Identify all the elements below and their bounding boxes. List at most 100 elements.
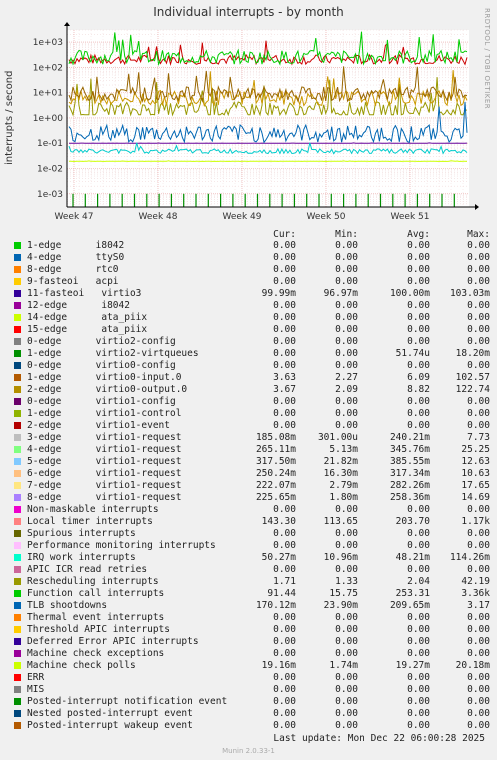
- legend-cur: 0.00: [273, 336, 296, 347]
- legend-min: 0.00: [335, 636, 358, 647]
- legend-label: 0-edge virtio0-config: [27, 360, 176, 371]
- legend-min: 2.79m: [329, 480, 358, 491]
- legend-swatch: [14, 626, 21, 633]
- legend-row: 14-edge ata_piix 0.00 0.00 0.00 0.00: [0, 312, 497, 324]
- legend-min: 0.00: [335, 720, 358, 731]
- legend-label: 1-edge virtio0-input.0: [27, 372, 182, 383]
- legend-row: Nested posted-interrupt event 0.00 0.00 0.0…: [0, 708, 497, 720]
- legend-swatch: [14, 590, 21, 597]
- y-tick-label: 1e+03: [33, 38, 63, 48]
- legend-row: 8-edge virtio1-request 225.65m 1.80m 258.36…: [0, 492, 497, 504]
- legend-row: APIC ICR read retries 0.00 0.00 0.00 0.00: [0, 564, 497, 576]
- legend-max: 122.74: [455, 384, 490, 395]
- legend-min: 0.00: [335, 360, 358, 371]
- legend-max: 0.00: [467, 708, 490, 719]
- legend-min: 0.00: [335, 312, 358, 323]
- legend-row: 2-edge virtio1-event 0.00 0.00 0.00 0.00: [0, 420, 497, 432]
- legend-row: 0-edge virtio2-config 0.00 0.00 0.00 0.00: [0, 336, 497, 348]
- x-tick-label: Week 51: [391, 212, 430, 222]
- legend-cur: 0.00: [273, 696, 296, 707]
- legend-cur: 0.00: [273, 528, 296, 539]
- legend-row: 4-edge virtio1-request 265.11m 5.13m 345.76…: [0, 444, 497, 456]
- legend-swatch: [14, 446, 21, 453]
- legend-swatch: [14, 506, 21, 513]
- legend-max: 0.00: [467, 564, 490, 575]
- legend-min: 0.00: [335, 672, 358, 683]
- legend-row: Thermal event interrupts 0.00 0.00 0.00 0.00: [0, 612, 497, 624]
- legend-label: 3-edge virtio1-request: [27, 432, 182, 443]
- legend-label: MIS: [27, 684, 45, 695]
- legend-cur: 250.24m: [255, 468, 296, 479]
- legend-min: 0.00: [335, 264, 358, 275]
- legend-swatch: [14, 314, 21, 321]
- legend-cur: 0.00: [273, 648, 296, 659]
- legend-row: Rescheduling interrupts 1.71 1.33 2.04 42.19: [0, 576, 497, 588]
- legend-min: 10.96m: [323, 552, 358, 563]
- legend-row: 15-edge ata_piix 0.00 0.00 0.00 0.00: [0, 324, 497, 336]
- legend-cur: 0.00: [273, 504, 296, 515]
- legend-swatch: [14, 542, 21, 549]
- legend-swatch: [14, 530, 21, 537]
- legend-max: 103.03m: [449, 288, 490, 299]
- legend-label: Spurious interrupts: [27, 528, 136, 539]
- legend-row: Threshold APIC interrupts 0.00 0.00 0.00 0.0…: [0, 624, 497, 636]
- x-tick-label: Week 50: [307, 212, 346, 222]
- legend-label: 5-edge virtio1-request: [27, 456, 182, 467]
- legend-max: 1.17k: [461, 516, 490, 527]
- legend-row: ERR 0.00 0.00 0.00 0.00: [0, 672, 497, 684]
- y-tick-label: 1e-01: [37, 139, 63, 149]
- legend-max: 114.26m: [449, 552, 490, 563]
- legend-row: 8-edge rtc0 0.00 0.00 0.00 0.00: [0, 264, 497, 276]
- legend-swatch: [14, 638, 21, 645]
- legend-label: 2-edge virtio0-output.0: [27, 384, 188, 395]
- legend-min: 0.00: [335, 612, 358, 623]
- legend-label: 14-edge ata_piix: [27, 312, 148, 323]
- legend-cur: 225.65m: [255, 492, 296, 503]
- legend-min: 0.00: [335, 300, 358, 311]
- legend-min: 0.00: [335, 348, 358, 359]
- legend-max: 3.36k: [461, 588, 490, 599]
- legend-label: APIC ICR read retries: [27, 564, 148, 575]
- legend-label: 11-fasteoi virtio3: [27, 288, 142, 299]
- legend-max: 0.00: [467, 252, 490, 263]
- col-header-avg: Avg:: [407, 229, 430, 240]
- col-header-cur: Cur:: [273, 229, 296, 240]
- x-tick-label: Week 48: [139, 212, 178, 222]
- legend-min: 0.00: [335, 420, 358, 431]
- legend-cur: 99.99m: [261, 288, 296, 299]
- legend-label: 0-edge virtio2-config: [27, 336, 176, 347]
- legend-label: 8-edge rtc0: [27, 264, 119, 275]
- legend-row: 2-edge virtio0-output.0 3.67 2.09 8.82 122.7…: [0, 384, 497, 396]
- legend-cur: 0.00: [273, 348, 296, 359]
- munin-version: Munin 2.0.33-1: [222, 747, 275, 755]
- legend-label: Performance monitoring interrupts: [27, 540, 216, 551]
- legend-max: 0.00: [467, 684, 490, 695]
- legend-max: 0.00: [467, 672, 490, 683]
- legend-max: 0.00: [467, 420, 490, 431]
- legend-swatch: [14, 254, 21, 261]
- legend-label: 0-edge virtio1-config: [27, 396, 176, 407]
- legend-label: Machine check polls: [27, 660, 136, 671]
- legend-cur: 0.00: [273, 624, 296, 635]
- legend-swatch: [14, 434, 21, 441]
- legend-swatch: [14, 710, 21, 717]
- legend-cur: 0.00: [273, 564, 296, 575]
- legend-cur: 222.07m: [255, 480, 296, 491]
- y-tick-label: 1e-02: [37, 164, 63, 174]
- legend-max: 0.00: [467, 696, 490, 707]
- legend-cur: 50.27m: [261, 552, 296, 563]
- legend-swatch: [14, 302, 21, 309]
- legend-swatch: [14, 554, 21, 561]
- legend-min: 15.75: [329, 588, 358, 599]
- legend-label: Nested posted-interrupt event: [27, 708, 193, 719]
- x-axis-arrow: [475, 204, 479, 210]
- legend-swatch: [14, 362, 21, 369]
- y-tick-labels: 1e-03 1e-02 1e-01 1e+00 1e+01 1e+02 1e+03: [33, 38, 64, 200]
- legend-row: 1-edge virtio0-input.0 3.63 2.27 6.09 102.57: [0, 372, 497, 384]
- legend-max: 0.00: [467, 504, 490, 515]
- legend-row: Machine check polls 19.16m 1.74m 19.27m 20.1…: [0, 660, 497, 672]
- y-tick-label: 1e+02: [33, 63, 63, 73]
- legend-swatch: [14, 326, 21, 333]
- legend-swatch: [14, 470, 21, 477]
- legend-label: 6-edge virtio1-request: [27, 468, 182, 479]
